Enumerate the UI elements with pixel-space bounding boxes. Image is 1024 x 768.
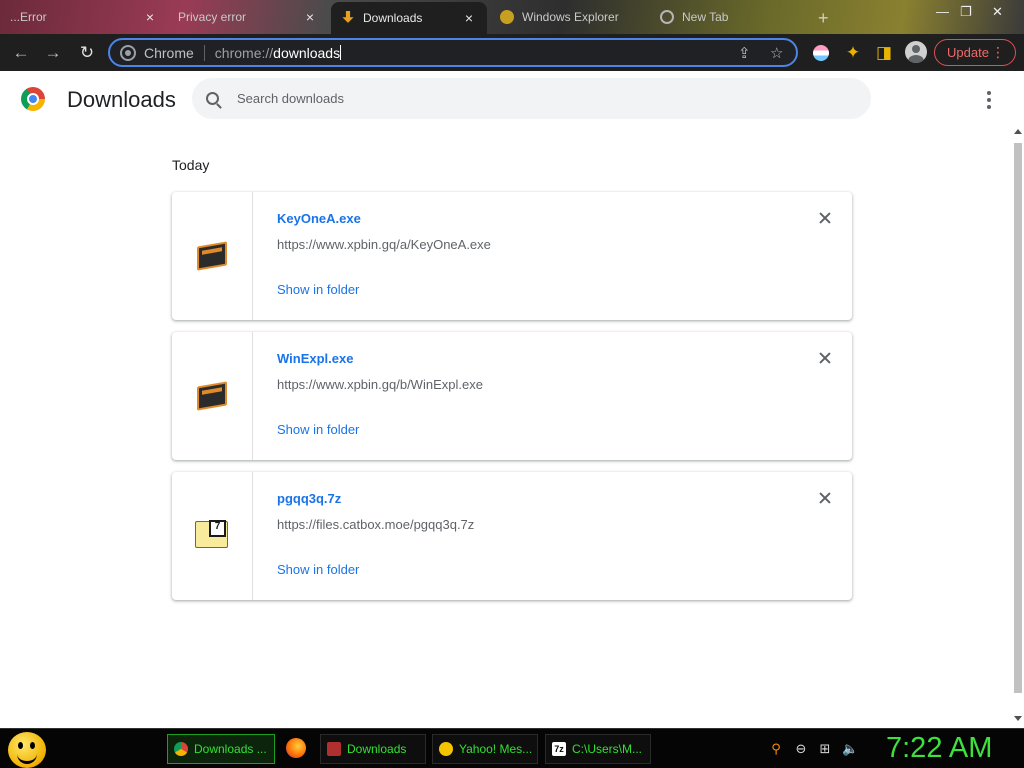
forward-arrow-icon[interactable]: → — [42, 42, 64, 64]
url-path: downloads — [273, 44, 341, 61]
show-in-folder-link[interactable]: Show in folder — [277, 422, 359, 437]
downloads-header: Downloads — [0, 71, 1024, 127]
chrome-logo-icon — [21, 87, 45, 111]
file-icon-column — [172, 472, 253, 600]
url-scheme: chrome:// — [214, 44, 274, 61]
download-item: KeyOneA.exe https://www.xpbin.gq/a/KeyOn… — [172, 192, 852, 320]
search-tray-icon[interactable]: ⚲ — [769, 742, 783, 756]
bookmark-star-icon[interactable]: ☆ — [770, 44, 783, 62]
text-caret — [340, 44, 342, 60]
file-source-url[interactable]: https://files.catbox.moe/pgqq3q.7z — [277, 517, 474, 532]
network-tray-icon[interactable]: ⊞ — [818, 742, 832, 756]
chrome-favicon-icon — [660, 10, 674, 24]
minus-circle-tray-icon[interactable]: ⊖ — [794, 742, 808, 756]
back-arrow-icon[interactable]: ← — [10, 42, 32, 64]
address-bar[interactable]: Chrome chrome://downloads ⇪ ☆ — [108, 38, 798, 67]
file-source-url[interactable]: https://www.xpbin.gq/b/WinExpl.exe — [277, 377, 483, 392]
search-downloads[interactable] — [192, 78, 871, 119]
remove-close-icon[interactable] — [818, 351, 832, 365]
profile-avatar-icon[interactable] — [905, 41, 927, 63]
tab-label: New Tab — [682, 10, 729, 24]
7zip-icon: 7z — [552, 742, 566, 756]
browser-toolbar: ← → ↻ Chrome chrome://downloads ⇪ ☆ ✦ ◨ … — [0, 34, 1024, 71]
close-icon[interactable]: × — [142, 9, 158, 25]
close-window-icon[interactable]: ✕ — [992, 4, 1003, 20]
reload-icon[interactable]: ↻ — [76, 42, 98, 64]
remove-close-icon[interactable] — [818, 211, 832, 225]
tab-downloads[interactable]: Downloads × — [331, 2, 487, 34]
file-icon-column — [172, 192, 253, 320]
exe-file-icon — [197, 241, 227, 271]
taskbar-item-label: Downloads — [347, 742, 407, 756]
tab-windows-explorer[interactable]: Windows Explorer — [490, 2, 646, 32]
tab-strip: ...Error × Privacy error × Downloads × W… — [0, 0, 1024, 34]
site-favicon-icon — [500, 10, 514, 24]
taskbar-item-label: Yahoo! Mes... — [459, 742, 533, 756]
search-icon — [206, 92, 219, 105]
new-tab-button[interactable]: + — [818, 8, 829, 29]
chrome-menu-icon[interactable]: ⋮ — [991, 44, 1005, 61]
tab-privacy-error[interactable]: Privacy error × — [168, 2, 328, 32]
chrome-icon — [174, 742, 188, 756]
close-icon[interactable]: × — [302, 9, 318, 25]
file-name-link[interactable]: WinExpl.exe — [277, 351, 353, 366]
downloads-app-icon — [327, 742, 341, 756]
tab-label: Downloads — [363, 11, 423, 25]
remove-close-icon[interactable] — [818, 491, 832, 505]
taskbar-item-label: Downloads ... — [194, 742, 267, 756]
page-title: Downloads — [67, 87, 176, 112]
taskbar-item-7zip[interactable]: 7z C:\Users\M... — [545, 734, 651, 764]
system-clock[interactable]: 7:22 AM — [886, 732, 992, 765]
scroll-up-arrow-icon[interactable] — [1014, 129, 1022, 134]
file-source-url[interactable]: https://www.xpbin.gq/a/KeyOneA.exe — [277, 237, 491, 252]
omnibox-chip: Chrome — [144, 44, 205, 61]
side-panel-icon[interactable]: ◨ — [873, 42, 895, 64]
download-icon — [342, 11, 354, 23]
exe-file-icon — [197, 381, 227, 411]
flag-badge — [813, 45, 829, 61]
download-item: WinExpl.exe https://www.xpbin.gq/b/WinEx… — [172, 332, 852, 460]
scroll-down-arrow-icon[interactable] — [1014, 716, 1022, 721]
taskbar-item-yahoo-messenger[interactable]: Yahoo! Mes... — [432, 734, 538, 764]
date-section-label: Today — [172, 157, 210, 173]
yahoo-smiley-icon — [439, 742, 453, 756]
more-actions-icon[interactable] — [986, 91, 992, 109]
7z-archive-icon — [195, 520, 228, 548]
update-label: Update — [947, 45, 989, 60]
volume-tray-icon[interactable]: 🔈 — [842, 742, 858, 756]
restore-icon[interactable]: ❐ — [960, 4, 972, 20]
minimize-icon[interactable]: — — [936, 4, 949, 19]
file-name-link[interactable]: pgqq3q.7z — [277, 491, 341, 506]
taskbar-item-label: C:\Users\M... — [572, 742, 643, 756]
taskbar: Downloads ... Downloads Yahoo! Mes... 7z… — [0, 728, 1024, 768]
scrollbar-thumb[interactable] — [1014, 143, 1022, 693]
tab-new-tab[interactable]: New Tab — [650, 2, 810, 32]
start-button-smiley-icon[interactable] — [8, 732, 46, 768]
taskbar-item-downloads[interactable]: Downloads — [320, 734, 426, 764]
tab-label: Privacy error — [178, 10, 247, 24]
puzzle-extensions-icon[interactable]: ✦ — [842, 42, 864, 64]
tab-error[interactable]: ...Error × — [0, 2, 168, 32]
extension-flag-icon[interactable] — [810, 42, 832, 64]
tab-label: Windows Explorer — [522, 10, 619, 24]
omnibox-url[interactable]: chrome://downloads — [205, 44, 342, 61]
show-in-folder-link[interactable]: Show in folder — [277, 282, 359, 297]
update-button[interactable]: Update ⋮ — [934, 39, 1016, 66]
close-icon[interactable]: × — [461, 10, 477, 26]
share-icon[interactable]: ⇪ — [738, 44, 751, 62]
tab-label: ...Error — [10, 10, 47, 24]
firefox-icon[interactable] — [286, 738, 306, 758]
show-in-folder-link[interactable]: Show in folder — [277, 562, 359, 577]
file-icon-column — [172, 332, 253, 460]
file-name-link[interactable]: KeyOneA.exe — [277, 211, 361, 226]
taskbar-item-chrome-downloads[interactable]: Downloads ... — [167, 734, 275, 764]
search-input[interactable] — [237, 91, 837, 106]
download-item: pgqq3q.7z https://files.catbox.moe/pgqq3… — [172, 472, 852, 600]
chrome-site-icon — [120, 44, 136, 61]
